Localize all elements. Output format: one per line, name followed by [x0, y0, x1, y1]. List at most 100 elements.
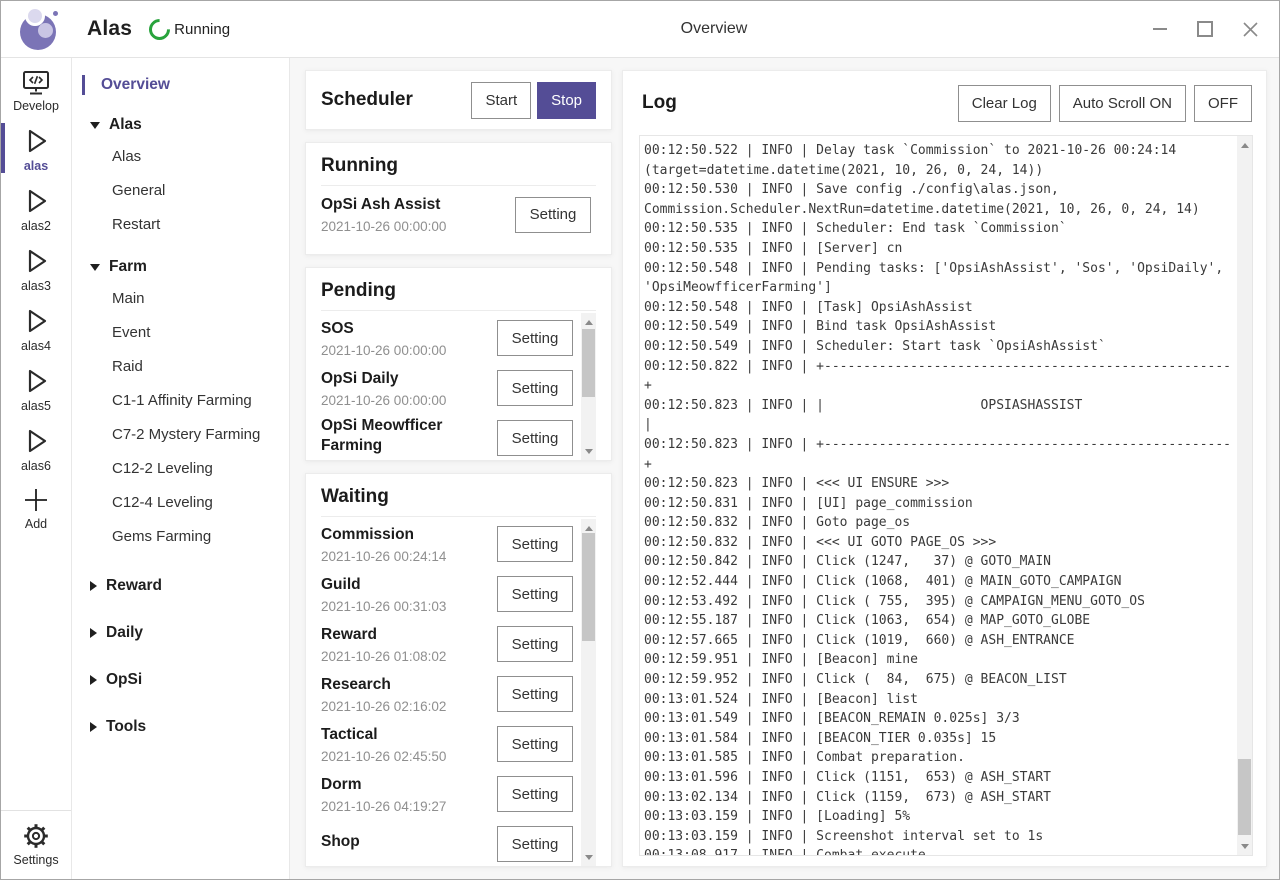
- log-scrollbar[interactable]: [1237, 136, 1252, 855]
- nav-group-header-reward[interactable]: Reward: [72, 571, 289, 601]
- iconbar-item-alas6[interactable]: alas6: [1, 418, 71, 478]
- setting-button[interactable]: Setting: [497, 676, 573, 712]
- setting-button[interactable]: Setting: [497, 726, 573, 762]
- app-logo: [17, 7, 61, 51]
- auto-scroll-on-button[interactable]: Auto Scroll ON: [1059, 85, 1186, 122]
- nav-item-general[interactable]: General: [72, 174, 289, 208]
- scroll-up-icon[interactable]: [581, 315, 596, 329]
- setting-button[interactable]: Setting: [497, 776, 573, 812]
- nav-group-farm: Farm Main Event Raid C1-1 Affinity Farmi…: [72, 252, 289, 554]
- iconbar-item-develop[interactable]: Develop: [1, 62, 71, 118]
- scrollbar-thumb[interactable]: [582, 533, 595, 641]
- setting-button[interactable]: Setting: [497, 320, 573, 356]
- nav-item-alas[interactable]: Alas: [72, 140, 289, 174]
- scroll-down-icon[interactable]: [1237, 839, 1252, 853]
- close-button[interactable]: [1241, 20, 1259, 38]
- scroll-down-icon[interactable]: [581, 850, 596, 864]
- log-buttons: Clear Log Auto Scroll ON OFF: [958, 85, 1252, 122]
- log-line: 00:12:50.548 | INFO | Pending tasks: ['O…: [644, 259, 1237, 298]
- iconbar-item-alas[interactable]: alas: [1, 118, 71, 178]
- minimize-icon: [1153, 28, 1167, 30]
- nav-group-label: OpSi: [106, 671, 142, 689]
- iconbar-item-settings[interactable]: Settings: [1, 810, 71, 879]
- task-info: OpSi Meowfficer Farming: [321, 416, 497, 460]
- log-line: 00:12:59.951 | INFO | [Beacon] mine: [644, 650, 1237, 670]
- scroll-up-icon[interactable]: [1237, 138, 1252, 152]
- log-body[interactable]: 00:12:50.522 | INFO | Delay task `Commis…: [639, 135, 1253, 856]
- nav-group-header-alas[interactable]: Alas: [72, 110, 289, 140]
- nav-group-header-tools[interactable]: Tools: [72, 712, 289, 742]
- iconbar-item-alas5[interactable]: alas5: [1, 358, 71, 418]
- main-content: Scheduler Start Stop Running OpSi Ash As…: [290, 58, 1279, 879]
- auto-scroll-off-button[interactable]: OFF: [1194, 85, 1252, 122]
- log-line: 00:12:50.823 | INFO | +-----------------…: [644, 435, 1237, 474]
- pending-scrollbar[interactable]: [581, 313, 596, 460]
- iconbar-item-alas3[interactable]: alas3: [1, 238, 71, 298]
- play-icon: [20, 365, 52, 397]
- nav-item-c1-1-affinity-farming[interactable]: C1-1 Affinity Farming: [72, 384, 289, 418]
- waiting-scrollbar[interactable]: [581, 519, 596, 866]
- log-line: 00:12:50.535 | INFO | [Server] cn: [644, 239, 1237, 259]
- log-line: 00:13:03.159 | INFO | [Loading] 5%: [644, 807, 1237, 827]
- nav-group-header-daily[interactable]: Daily: [72, 618, 289, 648]
- setting-button[interactable]: Setting: [515, 197, 591, 233]
- nav-item-c12-2-leveling[interactable]: C12-2 Leveling: [72, 452, 289, 486]
- scrollbar-thumb[interactable]: [582, 329, 595, 397]
- logo-blob: [53, 11, 58, 16]
- setting-button[interactable]: Setting: [497, 370, 573, 406]
- setting-button[interactable]: Setting: [497, 420, 573, 456]
- logo-blob: [38, 23, 53, 38]
- setting-button[interactable]: Setting: [497, 626, 573, 662]
- nav-group-header-farm[interactable]: Farm: [72, 252, 289, 282]
- task-row: Dorm 2021-10-26 04:19:27 Setting: [321, 769, 596, 819]
- pending-title: Pending: [321, 280, 596, 311]
- nav-item-overview[interactable]: Overview: [72, 70, 289, 100]
- log-line: 00:13:01.524 | INFO | [Beacon] list: [644, 690, 1237, 710]
- maximize-button[interactable]: [1196, 20, 1214, 38]
- iconbar-item-label: alas2: [21, 219, 51, 233]
- task-info: OpSi Daily 2021-10-26 00:00:00: [321, 369, 497, 408]
- task-info: Reward 2021-10-26 01:08:02: [321, 625, 497, 664]
- scheduler-status: Running: [149, 19, 230, 40]
- scroll-down-icon[interactable]: [581, 444, 596, 458]
- config-nav: Overview Alas Alas General Restart Farm …: [72, 58, 290, 879]
- running-title: Running: [321, 155, 596, 186]
- status-label: Running: [174, 21, 230, 38]
- task-info: Commission 2021-10-26 00:24:14: [321, 525, 497, 564]
- minimize-button[interactable]: [1151, 20, 1169, 38]
- setting-button[interactable]: Setting: [497, 526, 573, 562]
- nav-group-daily: Daily: [72, 618, 289, 648]
- nav-group-header-opsi[interactable]: OpSi: [72, 665, 289, 695]
- task-row: OpSi Ash Assist 2021-10-26 00:00:00 Sett…: [321, 195, 596, 234]
- nav-item-c7-2-mystery-farming[interactable]: C7-2 Mystery Farming: [72, 418, 289, 452]
- nav-group-opsi: OpSi: [72, 665, 289, 695]
- nav-group-label: Tools: [106, 718, 146, 736]
- nav-item-c12-4-leveling[interactable]: C12-4 Leveling: [72, 486, 289, 520]
- start-button[interactable]: Start: [471, 82, 531, 119]
- log-line: 00:12:50.530 | INFO | Save config ./conf…: [644, 180, 1237, 219]
- task-name: Shop: [321, 832, 489, 852]
- task-info: Tactical 2021-10-26 02:45:50: [321, 725, 497, 764]
- nav-item-restart[interactable]: Restart: [72, 208, 289, 242]
- task-time: 2021-10-26 00:00:00: [321, 393, 489, 408]
- iconbar-item-alas2[interactable]: alas2: [1, 178, 71, 238]
- iconbar-item-label: alas5: [21, 399, 51, 413]
- nav-item-main[interactable]: Main: [72, 282, 289, 316]
- nav-item-event[interactable]: Event: [72, 316, 289, 350]
- iconbar-item-label: alas: [24, 159, 48, 173]
- iconbar-item-label: Develop: [13, 99, 59, 113]
- iconbar-item-add[interactable]: Add: [1, 478, 71, 536]
- scrollbar-thumb[interactable]: [1238, 759, 1251, 835]
- task-row: SOS 2021-10-26 00:00:00 Setting: [321, 313, 596, 363]
- stop-button[interactable]: Stop: [537, 82, 596, 119]
- setting-button[interactable]: Setting: [497, 826, 573, 862]
- iconbar-item-alas4[interactable]: alas4: [1, 298, 71, 358]
- clear-log-button[interactable]: Clear Log: [958, 85, 1051, 122]
- nav-item-raid[interactable]: Raid: [72, 350, 289, 384]
- task-time: 2021-10-26 00:00:00: [321, 343, 489, 358]
- task-row: Shop Setting: [321, 819, 596, 866]
- log-line: 00:12:50.832 | INFO | Goto page_os: [644, 513, 1237, 533]
- task-name: OpSi Daily: [321, 369, 489, 389]
- nav-item-gems-farming[interactable]: Gems Farming: [72, 520, 289, 554]
- setting-button[interactable]: Setting: [497, 576, 573, 612]
